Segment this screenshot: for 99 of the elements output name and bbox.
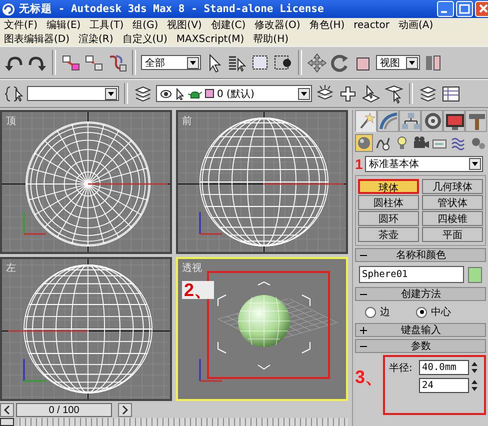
axis-tripod-icon [199, 212, 222, 235]
menu-item[interactable]: 自定义(U) [122, 32, 168, 46]
table-icon[interactable] [441, 84, 461, 104]
menu-item[interactable]: 创建(C) [210, 18, 246, 32]
layers-icon[interactable] [133, 84, 153, 104]
menu-item[interactable]: 图表编辑器(D) [4, 32, 70, 46]
caret-icon [406, 56, 418, 68]
minimize-icon[interactable] [437, 1, 454, 17]
object-type-button[interactable]: 管状体 [422, 195, 483, 210]
timeline-track[interactable] [18, 418, 348, 426]
menu-item[interactable]: reactor [354, 20, 390, 30]
mirror-icon[interactable] [423, 52, 443, 72]
layer-dropdown[interactable]: 0 (默认) [156, 85, 312, 102]
command-tab[interactable] [443, 110, 465, 132]
spinner-icon[interactable] [471, 379, 478, 392]
key-mode-icon[interactable] [0, 418, 14, 426]
field-label: 半径: [389, 362, 414, 374]
selection-set-icon[interactable] [4, 84, 24, 104]
command-tab[interactable] [399, 110, 421, 132]
motion-tab-icon [422, 111, 442, 131]
menu-item[interactable]: 帮助(H) [253, 32, 288, 46]
radio-button[interactable] [365, 306, 376, 318]
object-type-button[interactable]: 四棱锥 [422, 211, 483, 226]
display-tab-icon [444, 111, 464, 131]
menu-item[interactable]: 文件(F) [4, 18, 38, 32]
menu-item[interactable]: 渲染(R) [78, 32, 114, 46]
command-tab[interactable] [465, 110, 487, 132]
caret-icon [298, 88, 310, 100]
command-tab[interactable] [355, 110, 377, 132]
menu-item[interactable]: MAXScript(M) [176, 34, 244, 44]
menu-item[interactable]: 工具(T) [90, 18, 124, 32]
close-icon[interactable] [475, 1, 488, 17]
select-layer-icon[interactable] [361, 84, 381, 104]
layer-color-icon [205, 89, 214, 98]
rollout-header[interactable]: 名称和颜色 [355, 248, 486, 262]
hierarchy-tab-icon [400, 111, 420, 131]
selection-filter-dropdown[interactable]: 全部 [141, 55, 201, 70]
reference-coordinate-dropdown[interactable]: 视图 [376, 55, 420, 70]
caret-icon [187, 56, 199, 68]
object-type-button[interactable]: 茶壶 [358, 227, 419, 242]
rollout-header[interactable]: 键盘输入 [355, 323, 486, 337]
axis-tripod-icon [23, 212, 46, 235]
chevron-right-icon[interactable] [121, 405, 129, 415]
radio-label: 中心 [431, 306, 451, 319]
object-type-button[interactable]: 球体 [358, 179, 419, 194]
layer-cursor-icon[interactable] [384, 84, 404, 104]
menu-item[interactable]: 组(G) [132, 18, 158, 32]
radio-button[interactable] [416, 306, 427, 318]
bind-icon[interactable] [107, 52, 127, 72]
annotation-number: 3、 [355, 366, 384, 389]
object-type-button[interactable]: 几何球体 [422, 179, 483, 194]
unlink-icon[interactable] [84, 52, 104, 72]
category-dropdown[interactable]: 标准基本体 [365, 156, 483, 172]
menu-item[interactable]: 视图(V) [167, 18, 202, 32]
menu-item[interactable]: 编辑(E) [46, 18, 81, 32]
plus-icon [360, 326, 367, 334]
name-field[interactable]: Sphere01 [359, 266, 464, 283]
utilities-tab-icon [466, 111, 486, 131]
annotation-number: 2、 [182, 281, 214, 299]
geometry-icon [355, 134, 373, 152]
object-type-button[interactable]: 圆环 [358, 211, 419, 226]
cursor-icon [175, 88, 185, 100]
modify-tab-icon [378, 111, 398, 131]
rectangular-selection-icon[interactable] [250, 52, 270, 72]
radio-label: 边 [380, 306, 390, 319]
menu-item[interactable]: 修改器(O) [254, 18, 300, 32]
viewport[interactable]: 透视 2、 [176, 257, 348, 401]
axis-tripod-icon [199, 359, 222, 382]
chevron-left-icon[interactable] [3, 405, 11, 415]
color-swatch[interactable] [468, 266, 482, 282]
axis-tripod-icon [23, 359, 46, 382]
spinner-icon[interactable] [471, 361, 478, 374]
window-title: 无标题 - Autodesk 3ds Max 8 - Stand-alone License [19, 2, 325, 16]
input-field[interactable]: 24 [419, 378, 469, 393]
input-field[interactable]: 40.0mm [419, 360, 469, 375]
layer-manager-icon[interactable] [418, 84, 438, 104]
object-type-button[interactable]: 圆柱体 [358, 195, 419, 210]
window-crossing-icon[interactable] [273, 52, 293, 72]
menu-item[interactable]: 角色(H) [309, 18, 345, 32]
caret-icon [469, 158, 481, 170]
annotation-number: 1 [355, 156, 363, 172]
caret-icon [105, 88, 117, 100]
rotate-icon[interactable] [330, 52, 350, 72]
previous-frame-button[interactable] [0, 403, 14, 417]
object-type-button[interactable]: 平面 [422, 227, 483, 242]
shaded-sphere-drawing [238, 294, 290, 348]
menu-item[interactable]: 动画(A) [398, 18, 434, 32]
named-selection-dropdown[interactable] [27, 86, 119, 101]
move-icon[interactable] [307, 52, 327, 72]
app-icon [2, 2, 15, 16]
command-tab[interactable] [421, 110, 443, 132]
next-frame-button[interactable] [118, 403, 132, 417]
rollout-header[interactable]: 创建方法 [355, 287, 486, 301]
link-icon[interactable] [61, 52, 81, 72]
eye-icon [160, 88, 172, 100]
add-to-layer-icon[interactable] [338, 84, 358, 104]
maximize-icon[interactable] [456, 1, 473, 17]
time-slider-thumb[interactable]: 0 / 100 [16, 403, 112, 417]
rollout-header[interactable]: 参数 [355, 339, 486, 353]
